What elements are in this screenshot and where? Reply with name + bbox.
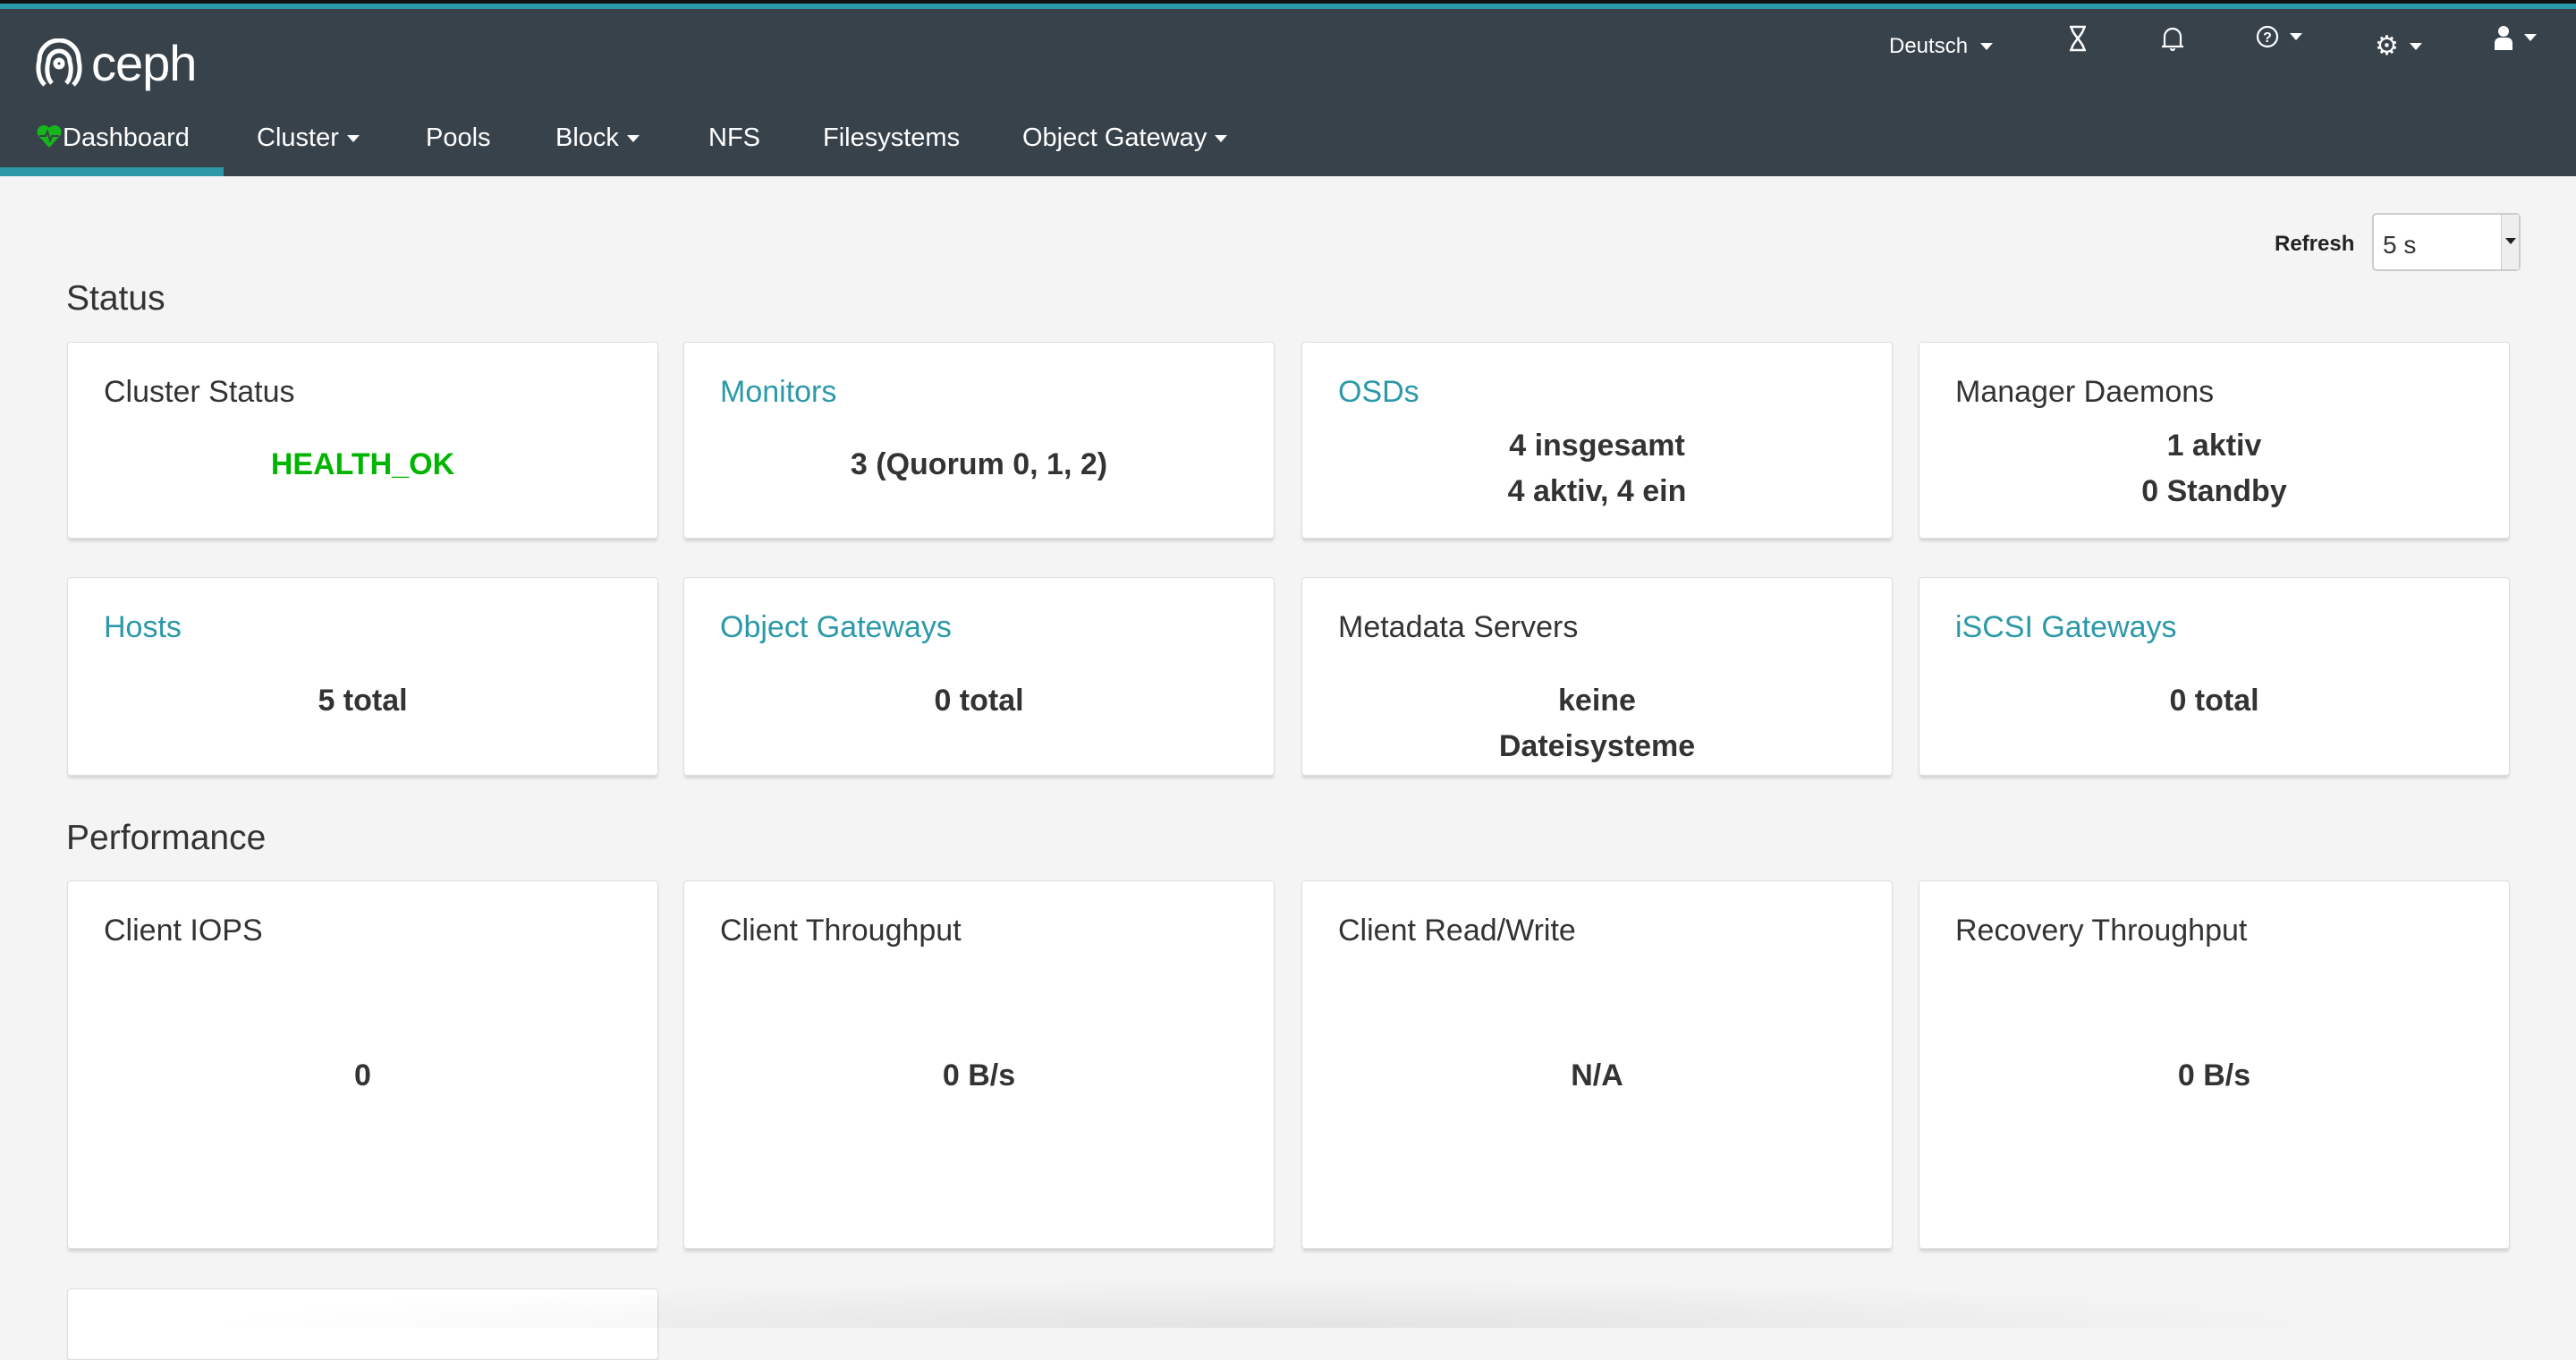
card-title: Client Read/Write — [1338, 914, 1576, 948]
nav-label: Cluster — [257, 123, 339, 152]
caret-down-icon — [2409, 43, 2422, 50]
health-status: HEALTH_OK — [270, 447, 455, 481]
osds-card: OSDs 4 insgesamt 4 aktiv, 4 ein — [1301, 342, 1893, 539]
nav-cluster[interactable]: Cluster — [257, 113, 360, 176]
caret-down-icon — [626, 135, 640, 143]
card-value: 4 insgesamt — [1509, 429, 1685, 463]
notifications-button[interactable] — [2161, 25, 2184, 52]
object-gateways-card: Object Gateways 0 total — [683, 577, 1275, 776]
card-title: Cluster Status — [104, 375, 295, 409]
osds-link[interactable]: OSDs — [1338, 375, 1419, 410]
top-accent-bar — [0, 0, 2576, 9]
user-icon — [2495, 26, 2512, 50]
card-value: N/A — [1571, 1058, 1623, 1092]
nav-label: Block — [555, 123, 619, 152]
help-dropdown[interactable]: ? — [2256, 25, 2302, 48]
nav-object-gateway[interactable]: Object Gateway — [1022, 113, 1228, 176]
svg-text:?: ? — [2263, 30, 2272, 46]
nav-label: Pools — [426, 123, 491, 152]
card-title: Metadata Servers — [1338, 610, 1579, 644]
hosts-card: Hosts 5 total — [67, 577, 658, 776]
nav-label: NFS — [708, 123, 760, 152]
gear-icon: ⚙ — [2375, 31, 2399, 61]
card-value: 0 — [354, 1058, 371, 1092]
nav-nfs[interactable]: NFS — [708, 113, 760, 176]
card-value: 4 aktiv, 4 ein — [1507, 474, 1687, 508]
nav-block[interactable]: Block — [555, 113, 640, 176]
card-title: Recovery Throughput — [1955, 914, 2248, 948]
card-value: 0 total — [2169, 684, 2259, 718]
monitors-card: Monitors 3 (Quorum 0, 1, 2) — [683, 342, 1275, 539]
object-gateways-link[interactable]: Object Gateways — [720, 610, 952, 645]
card-value: 3 (Quorum 0, 1, 2) — [850, 447, 1108, 481]
nav-filesystems[interactable]: Filesystems — [823, 113, 960, 176]
hosts-link[interactable]: Hosts — [104, 610, 182, 645]
client-read-write-card: Client Read/Write N/A — [1301, 880, 1893, 1249]
nav-label: Dashboard — [63, 123, 190, 152]
ceph-logo-icon — [36, 38, 82, 87]
cluster-status-card: Cluster Status HEALTH_OK — [67, 342, 658, 539]
nav-label: Filesystems — [823, 123, 961, 152]
partial-card — [67, 1288, 658, 1360]
card-value: 5 total — [318, 684, 408, 718]
user-dropdown[interactable] — [2494, 25, 2537, 50]
hourglass-icon — [2070, 25, 2086, 52]
tasks-button[interactable] — [2068, 25, 2088, 52]
manager-daemons-card: Manager Daemons 1 aktiv 0 Standby — [1919, 342, 2510, 539]
card-value: keine — [1558, 684, 1636, 718]
performance-heading: Performance — [66, 819, 267, 857]
status-heading: Status — [66, 279, 165, 318]
nav-dashboard[interactable]: Dashboard — [0, 113, 224, 176]
nav-pools[interactable]: Pools — [426, 113, 491, 176]
client-throughput-card: Client Throughput 0 B/s — [683, 880, 1275, 1249]
heartbeat-icon — [37, 125, 62, 148]
caret-down-icon — [2290, 33, 2302, 40]
card-value: 0 Standby — [2141, 474, 2287, 508]
settings-dropdown[interactable]: ⚙ — [2375, 25, 2422, 68]
client-iops-card: Client IOPS 0 — [67, 880, 658, 1249]
bell-icon — [2162, 27, 2183, 52]
iscsi-gateways-card: iSCSI Gateways 0 total — [1919, 577, 2510, 776]
caret-down-icon — [2524, 34, 2537, 41]
language-dropdown[interactable]: Deutsch — [1889, 25, 1994, 68]
navbar: ceph Dashboard Cluster Pools Block NFS F… — [0, 9, 2576, 176]
card-title: Manager Daemons — [1955, 375, 2215, 409]
refresh-label: Refresh — [2275, 232, 2355, 256]
refresh-value: 5 s — [2383, 231, 2417, 259]
card-value: 1 aktiv — [2166, 429, 2262, 463]
card-value: Dateisysteme — [1498, 729, 1696, 763]
caret-down-icon — [1980, 43, 1994, 50]
brand-name: ceph — [91, 35, 197, 91]
card-value: 0 total — [934, 684, 1024, 718]
language-label: Deutsch — [1889, 34, 1969, 58]
monitors-link[interactable]: Monitors — [720, 375, 836, 410]
caret-down-icon — [2501, 215, 2519, 269]
card-title: Client IOPS — [104, 914, 263, 948]
nav-label: Object Gateway — [1022, 123, 1208, 152]
recovery-throughput-card: Recovery Throughput 0 B/s — [1919, 880, 2510, 1249]
card-title: Client Throughput — [720, 914, 962, 948]
ceph-logo[interactable]: ceph — [36, 34, 197, 92]
help-icon: ? — [2256, 25, 2279, 48]
metadata-servers-card: Metadata Servers keine Dateisysteme — [1301, 577, 1893, 776]
card-value: 0 B/s — [942, 1058, 1016, 1092]
card-value: 0 B/s — [2177, 1058, 2251, 1092]
iscsi-gateways-link[interactable]: iSCSI Gateways — [1955, 610, 2177, 645]
caret-down-icon — [346, 135, 360, 143]
refresh-interval-select[interactable]: 5 s — [2372, 213, 2521, 271]
caret-down-icon — [1215, 135, 1228, 143]
